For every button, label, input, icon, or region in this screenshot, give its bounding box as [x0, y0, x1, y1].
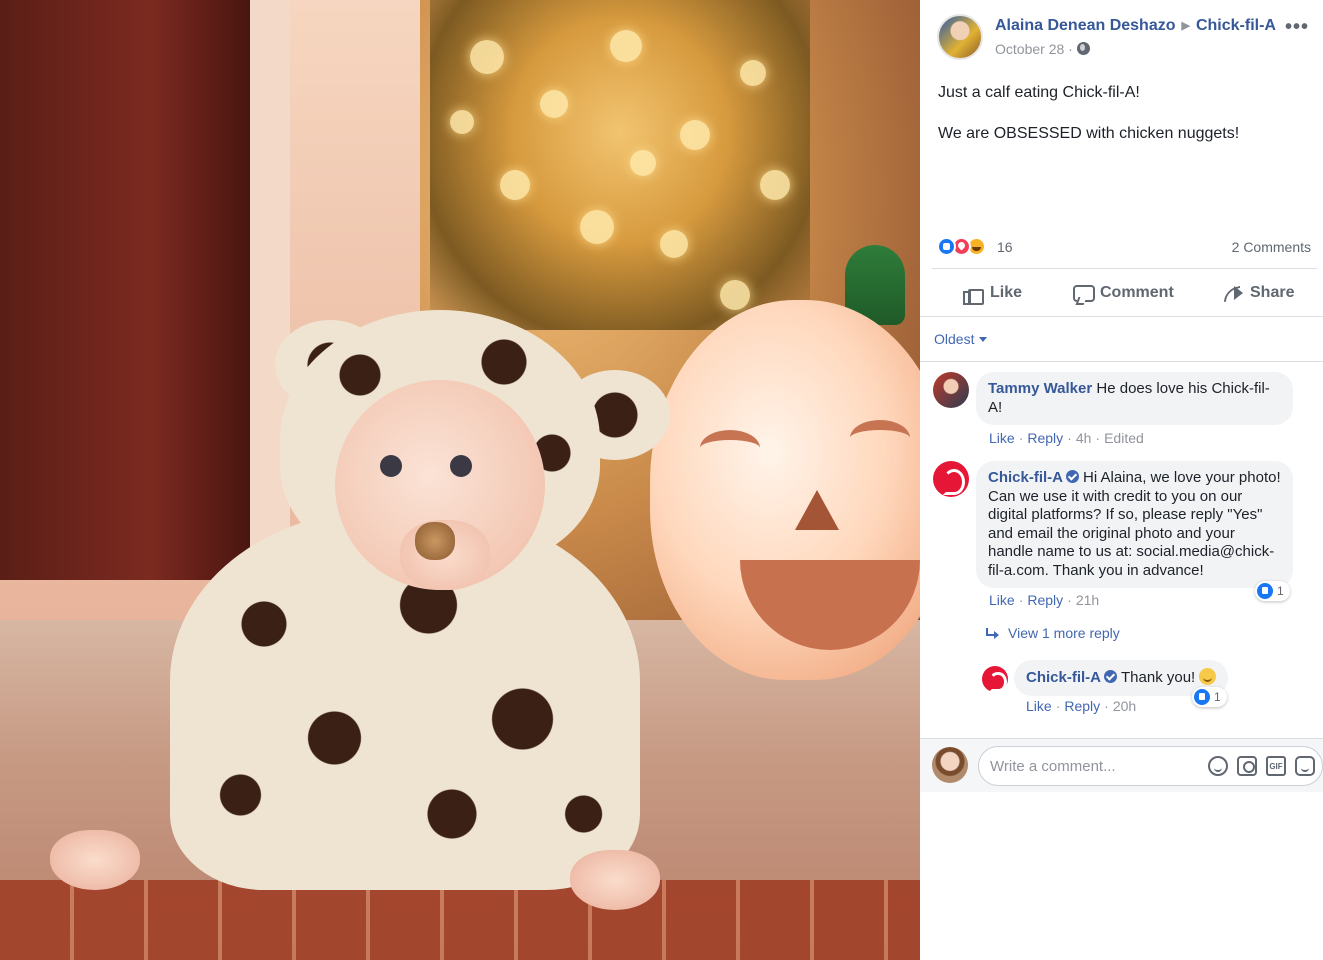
comment-time[interactable]: 21h	[1076, 592, 1099, 608]
reply-item: Chick-fil-A Thank you! 1 Like · Reply · 20h	[982, 660, 1317, 720]
emoji-icon[interactable]	[1208, 756, 1228, 776]
smile-emoji-icon	[1199, 668, 1217, 685]
comment-button-label: Comment	[1100, 284, 1174, 301]
camera-icon[interactable]	[1237, 756, 1257, 776]
view-more-label: View 1 more reply	[1008, 625, 1120, 641]
like-button-label: Like	[990, 284, 1023, 301]
sort-label: Oldest	[934, 331, 975, 347]
post-date[interactable]: October 28	[995, 41, 1064, 57]
chick-fil-a-logo-avatar[interactable]	[933, 461, 969, 497]
commenter-name-link[interactable]: Tammy Walker	[988, 380, 1092, 397]
composer-icons: GIF	[1208, 756, 1315, 776]
author-avatar[interactable]	[937, 14, 983, 60]
reply-meta: Like · Reply · 20h	[1026, 698, 1137, 714]
photo-pumpkin-eye	[850, 420, 910, 456]
post-photo[interactable]	[0, 0, 920, 960]
reply-author-link[interactable]: Chick-fil-A	[1026, 669, 1101, 686]
share-arrow-icon	[1222, 283, 1243, 303]
comment-meta: Like · Reply · 21h	[989, 592, 1100, 608]
comment-like-link[interactable]: Like	[989, 430, 1015, 446]
photo-baby-eye	[450, 455, 472, 477]
photo-baby-foot	[570, 850, 660, 910]
verified-badge-icon	[1104, 670, 1117, 683]
comment-reply-link[interactable]: Reply	[1027, 430, 1063, 446]
photo-bokeh-light	[500, 170, 530, 200]
photo-bokeh-light	[450, 110, 474, 134]
gif-icon[interactable]: GIF	[1266, 756, 1286, 776]
post-date-line: October 28 ·	[995, 41, 1090, 57]
commenter-avatar[interactable]	[933, 372, 969, 408]
reaction-summary[interactable]: 16 2 Comments	[937, 237, 1317, 259]
reply-arrow-icon	[986, 628, 999, 639]
chick-fil-a-logo-avatar[interactable]	[982, 666, 1008, 693]
post-text-line: We are OBSESSED with chicken nuggets!	[938, 125, 1240, 142]
verified-badge-icon	[1066, 470, 1079, 483]
comment-time[interactable]: 4h	[1076, 430, 1092, 446]
photo-chicken-nugget	[415, 522, 455, 560]
caret-down-icon	[979, 337, 988, 342]
comment-like-link[interactable]: Like	[989, 592, 1015, 608]
comment-sort-dropdown[interactable]: Oldest	[934, 331, 988, 347]
post-sidebar: Alaina Denean Deshazo ▶ Chick-fil-A Octobe…	[920, 0, 1323, 960]
comment-button[interactable]: Comment	[1072, 272, 1174, 314]
comment-reaction-count: 1	[1277, 584, 1284, 598]
photo-bokeh-light	[760, 170, 790, 200]
photo-bokeh-light	[580, 210, 614, 244]
divider	[920, 316, 1323, 317]
current-user-avatar	[932, 747, 968, 783]
reply-reaction-badge[interactable]: 1	[1192, 687, 1227, 707]
comment-item: Chick-fil-A Hi Alaina, we love your photo…	[933, 461, 1318, 621]
thumbs-up-icon	[962, 283, 984, 305]
reply-text: Thank you!	[1121, 669, 1196, 686]
comment-reply-link[interactable]: Reply	[1027, 592, 1063, 608]
comment-bubble: Chick-fil-A Hi Alaina, we love your photo…	[976, 461, 1293, 588]
photo-baby-foot	[50, 830, 140, 890]
photo-bokeh-light	[610, 30, 642, 62]
photo-pumpkin-nose	[795, 490, 839, 530]
post-header: Alaina Denean Deshazo ▶ Chick-fil-A Octobe…	[937, 14, 1317, 64]
page-name-link[interactable]: Chick-fil-A	[1196, 17, 1276, 34]
photo-bokeh-light	[540, 90, 568, 118]
divider	[920, 361, 1323, 362]
reply-like-link[interactable]: Like	[1026, 698, 1052, 714]
reply-reply-link[interactable]: Reply	[1064, 698, 1100, 714]
comment-bubble-icon	[1072, 283, 1095, 303]
comment-edited-label[interactable]: Edited	[1104, 430, 1144, 446]
like-reaction-icon	[937, 237, 956, 256]
divider	[932, 268, 1317, 269]
like-reaction-icon	[1257, 583, 1273, 599]
sticker-icon[interactable]	[1295, 756, 1315, 776]
post-actions: Like Comment Share	[932, 272, 1317, 314]
share-to-arrow-icon: ▶	[1181, 20, 1190, 32]
reaction-count[interactable]: 16	[997, 239, 1013, 255]
comment-meta: Like · Reply · 4h · Edited	[989, 430, 1144, 446]
commenter-name-link[interactable]: Chick-fil-A	[988, 469, 1063, 486]
more-options-icon[interactable]: •••	[1285, 16, 1309, 39]
date-separator: ·	[1068, 41, 1073, 57]
comment-composer: GIF	[920, 738, 1323, 792]
photo-bokeh-light	[740, 60, 766, 86]
photo-bokeh-light	[680, 120, 710, 150]
like-button[interactable]: Like	[962, 272, 1022, 314]
comment-reaction-badge[interactable]: 1	[1255, 581, 1290, 601]
comment-bubble: Tammy Walker He does love his Chick-fil-…	[976, 372, 1293, 425]
photo-bokeh-light	[470, 40, 504, 74]
photo-bokeh-light	[630, 150, 656, 176]
share-button-label: Share	[1250, 284, 1295, 301]
post-author-line: Alaina Denean Deshazo ▶ Chick-fil-A	[995, 17, 1276, 35]
photo-bokeh-light	[660, 230, 688, 258]
share-button[interactable]: Share	[1222, 272, 1294, 314]
globe-icon[interactable]	[1076, 42, 1090, 55]
comment-item: Tammy Walker He does love his Chick-fil-…	[933, 372, 1318, 452]
like-reaction-icon	[1194, 689, 1210, 705]
author-name-link[interactable]: Alaina Denean Deshazo	[995, 17, 1176, 34]
post-text: Just a calf eating Chick-fil-A! We are O…	[938, 82, 1308, 164]
comment-count-link[interactable]: 2 Comments	[1232, 239, 1311, 255]
reply-reaction-count: 1	[1214, 690, 1221, 704]
view-more-replies-link[interactable]: View 1 more reply	[986, 625, 1120, 641]
photo-baby-in-cow-costume	[50, 290, 730, 930]
post-text-line: Just a calf eating Chick-fil-A!	[938, 84, 1140, 101]
reply-time[interactable]: 20h	[1113, 698, 1136, 714]
photo-baby-eye	[380, 455, 402, 477]
